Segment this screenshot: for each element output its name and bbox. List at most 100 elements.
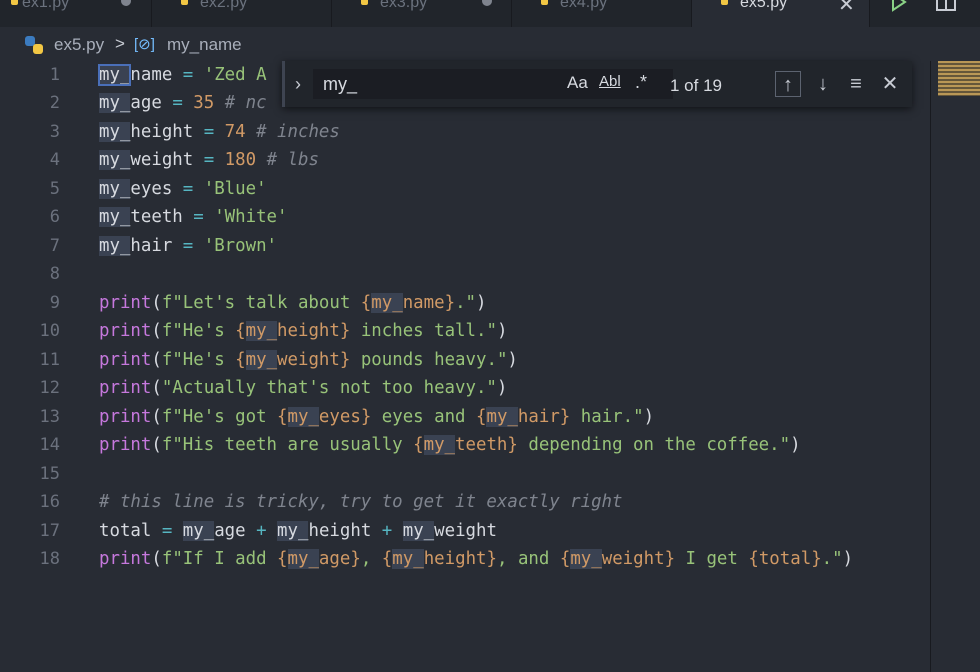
tab-ex2[interactable]: ex2.py (152, 0, 332, 27)
line-number: 5 (49, 179, 60, 199)
code-token: I get (675, 549, 749, 569)
split-editor-icon[interactable] (935, 0, 957, 12)
code-token: teeth (455, 435, 508, 455)
code-token: ( (151, 293, 162, 313)
code-token: { (277, 407, 288, 427)
vertical-scrollbar[interactable] (930, 61, 980, 672)
code-token: = (172, 236, 204, 256)
search-match: my_ (570, 549, 602, 569)
find-widget: › my_ Aa Abl .* 1 of 19 ↑ ↓ ≡ ✕ (282, 61, 912, 107)
code-token: } (559, 407, 571, 427)
code-line: my_teeth = 'White' (99, 207, 288, 227)
code-line: my_weight = 180 # lbs (99, 150, 319, 170)
code-token: print (99, 435, 152, 455)
find-input[interactable]: my_ Aa Abl .* (313, 69, 673, 99)
tab-label: ex1.py (22, 0, 70, 11)
find-in-selection-icon[interactable]: ≡ (843, 71, 869, 97)
tab-bar: ex1.py ex2.py ex3.py ex4.py ex5.py ✕ (0, 0, 980, 27)
close-find-icon[interactable]: ✕ (877, 71, 903, 97)
code-token: ." (821, 549, 843, 569)
line-number: 17 (39, 521, 60, 541)
unsaved-dot-icon[interactable] (121, 0, 131, 6)
code-token: } (339, 350, 351, 370)
code-line: print(f"His teeth are usually {my_teeth}… (99, 435, 801, 455)
line-number: 3 (49, 122, 60, 142)
line-number: 14 (39, 435, 60, 455)
code-token: ( (151, 378, 162, 398)
code-token: print (99, 549, 152, 569)
tab-ex4[interactable]: ex4.py (512, 0, 692, 27)
code-token: { (235, 321, 246, 341)
search-match: my_ (486, 407, 518, 427)
line-number: 1 (49, 65, 60, 85)
unsaved-dot-icon[interactable] (482, 0, 492, 6)
line-number: 16 (39, 492, 60, 512)
use-regex-toggle[interactable]: .* (635, 72, 647, 93)
code-token: = (172, 65, 204, 85)
code-line: print(f"Let's talk about {my_name}.") (99, 293, 487, 313)
match-whole-word-toggle[interactable]: Abl (599, 73, 621, 90)
code-token: pounds heavy." (350, 350, 508, 370)
code-token: 'Brown' (203, 236, 278, 256)
code-token: f"He's (161, 350, 236, 370)
close-icon[interactable]: ✕ (838, 0, 855, 17)
previous-match-arrow-up-icon[interactable]: ↑ (775, 71, 801, 97)
code-token: f"If I add (161, 549, 278, 569)
code-token: eyes (318, 407, 361, 427)
code-token: f"His teeth are usually (161, 435, 414, 455)
line-number: 8 (49, 264, 60, 284)
tab-label: ex4.py (560, 0, 608, 11)
code-token: f"He's (161, 321, 236, 341)
line-number: 4 (49, 150, 60, 170)
code-token: ) (790, 435, 801, 455)
code-token: = (193, 122, 225, 142)
tab-ex1[interactable]: ex1.py (0, 0, 152, 27)
code-token: ( (151, 321, 162, 341)
code-token: eyes and (371, 407, 476, 427)
code-token: ) (842, 549, 854, 569)
code-token: { (235, 350, 246, 370)
code-token: + (245, 521, 278, 541)
search-match: my_ (99, 93, 131, 113)
line-number: 15 (39, 464, 60, 484)
code-token: } (339, 321, 351, 341)
code-line: print("Actually that's not too heavy.") (99, 378, 507, 398)
tab-ex3[interactable]: ex3.py (332, 0, 512, 27)
code-token: , (360, 549, 382, 569)
code-token: { (381, 549, 393, 569)
code-token: } (664, 549, 676, 569)
code-token: weight (130, 150, 194, 170)
code-token: teeth (130, 207, 183, 227)
code-token: { (360, 293, 372, 313)
search-match: my_ (245, 350, 278, 370)
code-line: my_name = 'Zed A (97, 64, 267, 86)
next-match-arrow-down-icon[interactable]: ↓ (810, 71, 836, 97)
python-icon (11, 0, 18, 5)
run-icon[interactable] (889, 0, 909, 12)
code-token: ." (455, 293, 477, 313)
code-comment: # this line is tricky, try to get it exa… (99, 492, 623, 512)
match-case-toggle[interactable]: Aa (567, 73, 588, 93)
code-token: { (277, 549, 288, 569)
breadcrumb-file[interactable]: ex5.py (54, 35, 104, 55)
code-token: print (99, 321, 152, 341)
toggle-replace-chevron-icon[interactable]: › (295, 74, 301, 95)
code-line: # this line is tricky, try to get it exa… (99, 492, 623, 512)
code-editor[interactable]: 1 2 3 4 5 6 7 8 9 10 11 12 13 14 15 16 1… (0, 61, 930, 672)
code-token: + (371, 521, 403, 541)
code-token: { (559, 549, 571, 569)
search-match: my_ (277, 521, 309, 541)
breadcrumb-symbol[interactable]: my_name (167, 35, 242, 55)
match-count: 1 of 19 (670, 76, 722, 95)
code-token: ( (151, 435, 162, 455)
code-token: f"He's got (161, 407, 278, 427)
code-token: inches tall." (350, 321, 497, 341)
code-token: ( (151, 407, 162, 427)
code-token: } (444, 293, 456, 313)
breadcrumb: ex5.py > [⊘] my_name (0, 27, 980, 61)
code-token: weight (277, 350, 340, 370)
search-match: my_ (245, 321, 278, 341)
tab-ex5[interactable]: ex5.py ✕ (692, 0, 870, 27)
search-match: my_ (423, 435, 456, 455)
code-token: "Actually that's not too heavy." (161, 378, 497, 398)
